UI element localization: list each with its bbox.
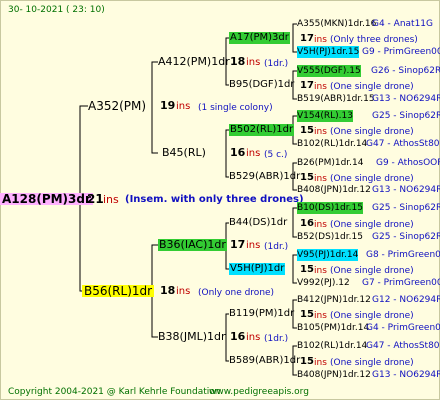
root-queen-name: A128(PM)3dr [0,192,93,206]
g2-queen-name: B36(IAC)1dr [158,238,227,251]
g4-queen-lineage: G12 - NO6294R [372,295,440,305]
g1-queen-inbreeding: 18 [160,284,176,297]
g4-queen-lineage: G9 - PrimGreen00 [362,47,440,57]
g2-queen-inbreeding: 16 [230,146,246,159]
g3-queen-name: B119(PM)1dr [229,308,295,319]
g3-queen-inbreeding: 16 [300,218,314,229]
g4-queen-lineage: G7 - PrimGreen00 [362,278,440,288]
g3-queen-name: A17(PM)3dr [229,32,290,44]
g4-queen-lineage: G25 - Sinop62R [372,111,440,121]
g1-queen-ins-label: ins [176,101,191,112]
g3-queen-name: B95(DGF)1dr [229,79,295,90]
g2-queen-inbreeding: 16 [230,330,246,343]
g3-queen-note: (One single drone) [330,82,414,92]
root-queen-note: (Insem. with only three drones) [125,194,304,205]
g4-queen-name: V555(DGF).15 [297,65,361,77]
g3-queen-inbreeding: 15 [300,264,314,275]
g3-queen-ins-label: ins [314,127,327,137]
g4-queen-name: B408(JPN)1dr.12 [297,185,371,195]
g4-queen-name: B52(DS)1dr.15 [297,232,363,242]
g2-queen-note: (1dr.) [264,59,289,69]
g4-queen-name: B26(PM)1dr.14 [297,158,364,168]
g4-queen-lineage: G25 - Sinop62R [372,232,440,242]
g3-queen-name: B44(DS)1dr [229,217,288,228]
g3-queen-ins-label: ins [314,358,327,368]
g3-queen-name: B589(ABR)1dr [229,355,301,366]
g2-queen-ins-label: ins [246,57,261,68]
g4-queen-name: V95(PJ)1dr.14 [297,249,359,261]
g4-queen-name: B412(JPN)1dr.12 [297,295,371,305]
g1-queen-note: (Only one drone) [198,288,275,298]
g3-queen-name: B529(ABR)1dr [229,171,301,182]
g4-queen-name: B10(DS)1dr.15 [297,202,363,214]
g4-queen-lineage: G4 - Anat11G [372,19,434,29]
g4-queen-lineage: G47 - AthosSt80R [366,341,440,351]
g1-queen-note: (1 single colony) [198,103,273,113]
footer-copyright: Copyright 2004-2021 @ Karl Kehrle Founda… [8,387,221,397]
g4-queen-lineage: G26 - Sinop62R [371,66,440,76]
g4-queen-name: A355(MKN)1dr.16 [297,19,377,29]
g3-queen-inbreeding: 15 [300,172,314,183]
g2-queen-note: (5 c.) [264,150,288,160]
g2-queen-ins-label: ins [246,332,261,343]
g3-queen-ins-label: ins [314,35,327,45]
g2-queen-name: A412(PM)1dr [158,55,230,68]
g2-queen-inbreeding: 18 [230,55,246,68]
report-date: 30- 10-2021 ( 23: 10) [8,5,105,15]
g2-queen-note: (1dr.) [264,334,289,344]
root-queen-inbreeding: 21 [87,192,104,206]
g4-queen-name: B102(RL)1dr.14 [297,341,368,351]
g2-queen-name: B38(JML)1dr [158,330,226,343]
g3-queen-name: B502(RL)1dr [229,124,295,136]
g3-queen-note: (One single drone) [330,358,414,368]
g2-queen-ins-label: ins [246,240,261,251]
g1-queen-inbreeding: 19 [160,99,176,112]
g2-queen-name: B45(RL) [162,146,206,159]
g3-queen-ins-label: ins [314,311,327,321]
g4-queen-lineage: G47 - AthosSt80R [366,139,440,149]
g4-queen-name: B408(JPN)1dr.12 [297,370,371,380]
g2-queen-ins-label: ins [246,148,261,159]
g4-queen-name: V154(RL).13 [297,110,353,122]
g4-queen-name: V992(PJ).12 [297,278,350,288]
g4-queen-lineage: G13 - NO6294R [372,370,440,380]
g3-queen-inbreeding: 15 [300,356,314,367]
g4-queen-name: B519(ABR)1dr.15 [297,94,375,104]
g3-queen-ins-label: ins [314,220,327,230]
pedigree-chart: 30- 10-2021 ( 23: 10) A128(PM)3dr 21 ins… [0,0,440,400]
g4-queen-lineage: G25 - Sinop62R [372,203,440,213]
g4-queen-lineage: G13 - NO6294R [372,94,440,104]
g3-queen-name: V5H(PJ)1dr [229,263,286,275]
g4-queen-lineage: G8 - PrimGreen00 [366,250,440,260]
g3-queen-note: (One single drone) [330,127,414,137]
g3-queen-inbreeding: 17 [300,80,314,91]
g3-queen-note: (Only three drones) [330,35,418,45]
g2-queen-note: (1dr.) [264,242,289,252]
g4-queen-name: V5H(PJ)1dr.15 [297,46,360,58]
root-queen-ins-label: ins [103,193,119,206]
g4-queen-name: B102(RL)1dr.14 [297,139,368,149]
g3-queen-ins-label: ins [314,266,327,276]
g1-queen-name: A352(PM) [88,99,147,113]
g3-queen-inbreeding: 17 [300,33,314,44]
g3-queen-inbreeding: 15 [300,125,314,136]
g4-queen-name: B105(PM)1dr.14 [297,323,370,333]
g3-queen-ins-label: ins [314,82,327,92]
g4-queen-lineage: G9 - AthosOOR [376,158,440,168]
footer-site: www.pedigreeapis.org [209,387,309,397]
g3-queen-note: (One single drone) [330,311,414,321]
g4-queen-lineage: G13 - NO6294R [372,185,440,195]
g3-queen-note: (One single drone) [330,266,414,276]
g1-queen-ins-label: ins [176,286,191,297]
g3-queen-note: (One single drone) [330,220,414,230]
g3-queen-inbreeding: 15 [300,309,314,320]
g4-queen-lineage: G4 - PrimGreen00 [366,323,440,333]
g2-queen-inbreeding: 17 [230,238,246,251]
g1-queen-name: B56(RL)1dr [82,284,155,298]
